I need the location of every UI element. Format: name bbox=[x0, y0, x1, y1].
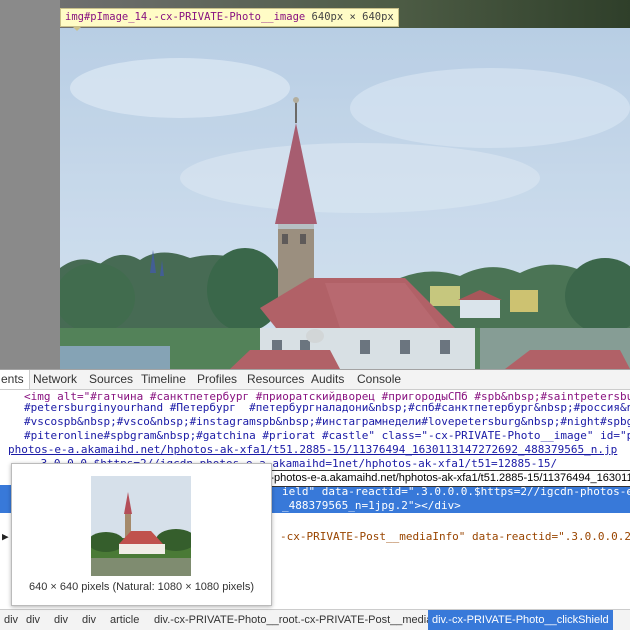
breadcrumb-item-active[interactable]: div.-cx-PRIVATE-Photo__clickShield bbox=[428, 610, 613, 630]
dom-line-src[interactable]: photos-e-a.akamaihd.net/hphotos-ak-xfa1/… bbox=[8, 443, 630, 457]
breadcrumb-item[interactable]: div.-cx-PRIVATE-Photo__root.-cx-PRIVATE-… bbox=[150, 610, 436, 630]
tab-elements[interactable]: ents bbox=[0, 370, 30, 389]
tooltip-arrow bbox=[72, 26, 82, 31]
breadcrumb-item[interactable]: div bbox=[0, 610, 22, 630]
tab-audits[interactable]: Audits bbox=[306, 370, 349, 389]
tab-network[interactable]: Network bbox=[28, 370, 82, 389]
element-selector: img#pImage_14.-cx-PRIVATE-Photo__image bbox=[65, 11, 306, 23]
image-thumbnail bbox=[91, 476, 191, 576]
dom-line[interactable]: #piteronline#spbgram&nbsp;#gatchina #pri… bbox=[24, 429, 630, 443]
element-dimensions: 640px × 640px bbox=[311, 11, 394, 23]
devtools-tabbar: ents Network Sources Timeline Profiles R… bbox=[0, 369, 630, 390]
dom-line[interactable]: #petersburginyourhand #Петербург #петерб… bbox=[24, 401, 630, 415]
dom-line[interactable]: #vscospb&nbsp;#vsco&nbsp;#instagramspb&n… bbox=[24, 415, 630, 429]
tab-console[interactable]: Console bbox=[352, 370, 406, 389]
post-photo[interactable] bbox=[60, 28, 630, 369]
inspected-page: img#pImage_14.-cx-PRIVATE-Photo__image 6… bbox=[0, 0, 630, 369]
breadcrumb-item[interactable]: div bbox=[50, 610, 72, 630]
breadcrumb-item[interactable]: div bbox=[22, 610, 44, 630]
tab-sources[interactable]: Sources bbox=[84, 370, 138, 389]
page-margin bbox=[0, 0, 60, 369]
breadcrumb-item[interactable]: article bbox=[106, 610, 143, 630]
tab-timeline[interactable]: Timeline bbox=[136, 370, 191, 389]
tab-resources[interactable]: Resources bbox=[242, 370, 309, 389]
element-inspect-tooltip: img#pImage_14.-cx-PRIVATE-Photo__image 6… bbox=[60, 8, 399, 27]
image-preview-caption: 640 × 640 pixels (Natural: 1080 × 1080 p… bbox=[28, 581, 255, 593]
breadcrumb-item[interactable]: div bbox=[78, 610, 100, 630]
image-preview-popover: 640 × 640 pixels (Natural: 1080 × 1080 p… bbox=[11, 463, 272, 606]
breadcrumb: div div div div article div.-cx-PRIVATE-… bbox=[0, 609, 630, 630]
tab-profiles[interactable]: Profiles bbox=[192, 370, 242, 389]
